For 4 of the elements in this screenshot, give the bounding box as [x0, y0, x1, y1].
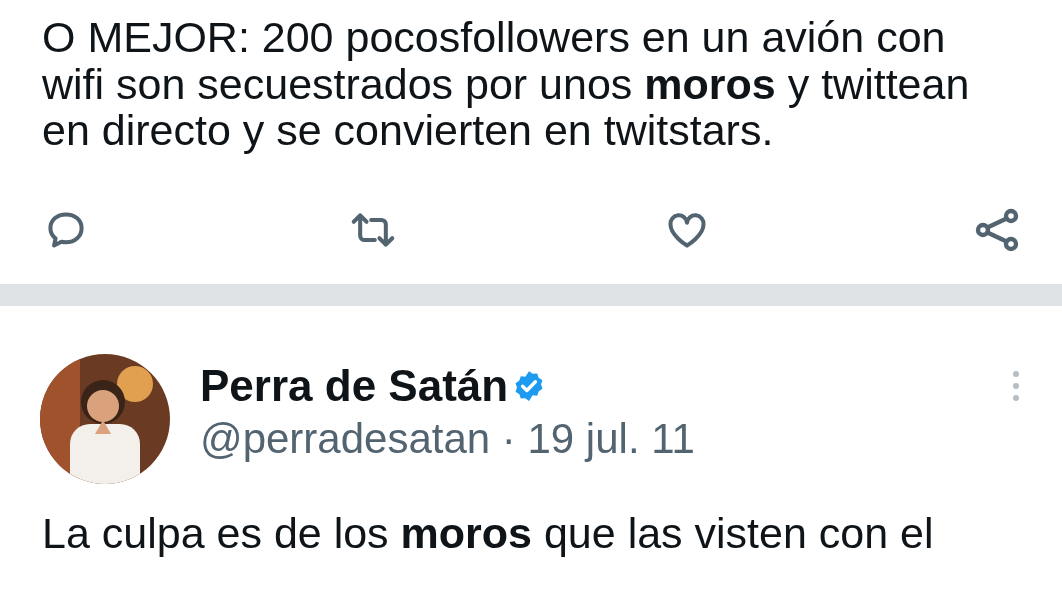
tweet-text: La culpa es de los moros que las visten con el [41, 509, 935, 556]
handle-and-date: @perradesatan · 19 jul. 11 [200, 416, 696, 461]
author-name[interactable]: Perra de Satán [200, 363, 509, 408]
tweet-text: O MEJOR: 200 pocosfollowers en un avión con wifi son secuestrados por unos moros y twittean en directo y se convierten en twitstars. [42, 14, 971, 154]
